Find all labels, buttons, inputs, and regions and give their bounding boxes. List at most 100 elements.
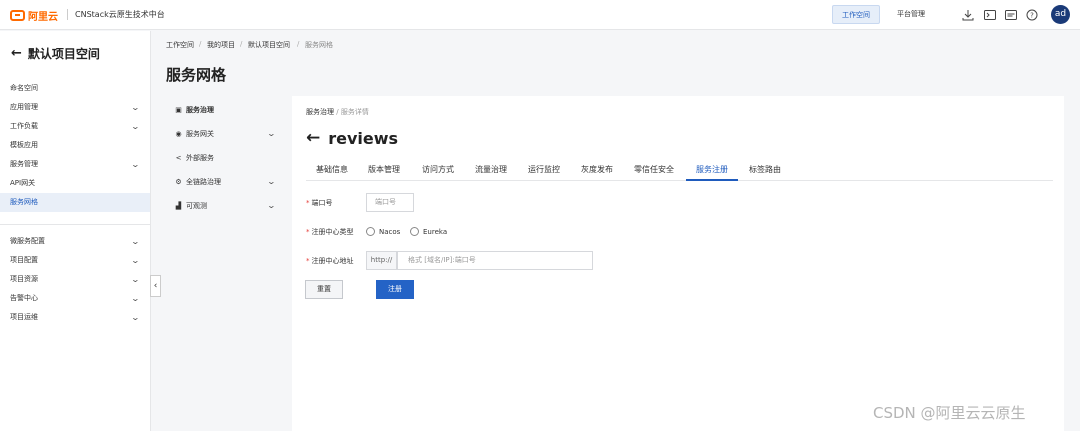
sidebar-item-label: 项目资源 xyxy=(10,275,38,283)
sidebar-item-label: 微服务配置 xyxy=(10,237,45,245)
radio-eureka[interactable]: Eureka xyxy=(410,227,447,236)
tracing-icon: ⚙ xyxy=(175,178,182,186)
sidebar-item-api-gateway[interactable]: API网关 xyxy=(0,174,150,193)
subnav-service-governance[interactable]: ▣ 服务治理 xyxy=(174,103,284,117)
subnav-label: 服务治理 xyxy=(186,106,214,114)
required-asterisk: * xyxy=(306,199,310,207)
sidebar-item-label: 模板应用 xyxy=(10,141,38,149)
user-avatar[interactable]: ad xyxy=(1051,5,1070,24)
radio-label: Eureka xyxy=(423,227,448,236)
port-label-text: 端口号 xyxy=(311,199,333,207)
detail-crumb-current: 服务详情 xyxy=(340,108,369,116)
sidebar-item-label: 项目配置 xyxy=(10,256,38,264)
detail-crumb-separator: / xyxy=(336,108,339,116)
port-input[interactable]: 端口号 xyxy=(366,193,414,212)
tab-traffic-governance[interactable]: 流量治理 xyxy=(475,161,507,181)
watermark: CSDN @阿里云云原生 xyxy=(873,404,1026,422)
chevron-down-icon: ⌄ xyxy=(130,275,141,284)
tab-access-method[interactable]: 访问方式 xyxy=(422,161,454,181)
subnav-label: 全链路治理 xyxy=(186,178,221,186)
tab-zero-trust-security[interactable]: 零信任安全 xyxy=(634,161,674,181)
sidebar-item-app-management[interactable]: 应用管理 ⌄ xyxy=(0,98,150,117)
subnav-label: 服务网关 xyxy=(186,130,214,138)
breadcrumb-item[interactable]: 默认项目空间 xyxy=(248,40,290,50)
chart-icon: ▟ xyxy=(175,202,182,210)
terminal-icon[interactable] xyxy=(984,9,996,21)
sidebar-item-microservice-config[interactable]: 微服务配置 ⌄ xyxy=(0,232,150,251)
project-sidebar: ← 默认项目空间 命名空间 应用管理 ⌄ 工作负载 ⌄ 模板应用 服务管理 ⌄ API… xyxy=(0,31,151,431)
chevron-down-icon: ⌄ xyxy=(130,294,141,303)
sidebar-item-alert-center[interactable]: 告警中心 ⌄ xyxy=(0,289,150,308)
radio-circle[interactable] xyxy=(410,227,419,236)
radio-nacos[interactable]: Nacos xyxy=(366,227,400,236)
tab-service-registration[interactable]: 服务注册 xyxy=(686,161,738,181)
tab-version-management[interactable]: 版本管理 xyxy=(368,161,400,181)
required-asterisk: * xyxy=(306,257,310,265)
aliyun-logo[interactable]: 阿里云 xyxy=(10,8,58,23)
subnav-observability[interactable]: ▟ 可观测 ⌄ xyxy=(174,199,284,213)
sidebar-divider xyxy=(0,224,150,225)
sidebar-item-service-mesh[interactable]: 服务网格 xyxy=(0,193,150,212)
svg-text:?: ? xyxy=(1030,12,1034,20)
sidebar-item-template-app[interactable]: 模板应用 xyxy=(0,136,150,155)
sidebar-collapse-button[interactable]: ‹ xyxy=(150,275,161,297)
chevron-down-icon: ⌄ xyxy=(130,256,141,265)
chevron-down-icon: ⌄ xyxy=(266,129,277,138)
required-asterisk: * xyxy=(306,228,310,236)
help-icon[interactable]: ? xyxy=(1026,9,1038,21)
radio-label: Nacos xyxy=(379,227,401,236)
sidebar-item-label: API网关 xyxy=(10,179,36,187)
registry-address-label-text: 注册中心地址 xyxy=(311,257,354,265)
download-icon[interactable] xyxy=(962,9,974,21)
chevron-down-icon: ⌄ xyxy=(266,177,277,186)
tab-runtime-monitoring[interactable]: 运行监控 xyxy=(528,161,560,181)
sidebar-item-service-management[interactable]: 服务管理 ⌄ xyxy=(0,155,150,174)
governance-icon: ▣ xyxy=(175,106,182,114)
radio-circle[interactable] xyxy=(366,227,375,236)
top-bar: 阿里云 CNStack云原生技术中台 工作空间 平台管理 ? ad xyxy=(0,0,1080,30)
breadcrumb-separator: / xyxy=(240,40,243,48)
tab-canary-release[interactable]: 灰度发布 xyxy=(581,161,613,181)
sidebar-item-label: 命名空间 xyxy=(10,84,38,92)
aliyun-logo-icon xyxy=(10,10,25,21)
project-title: 默认项目空间 xyxy=(27,47,100,61)
yaml-icon[interactable] xyxy=(1005,9,1017,21)
gateway-icon: ◉ xyxy=(175,130,182,138)
share-icon: < xyxy=(175,154,182,162)
breadcrumb-item[interactable]: 我的项目 xyxy=(207,40,235,50)
sidebar-item-workload[interactable]: 工作负载 ⌄ xyxy=(0,117,150,136)
registry-address-input[interactable]: 格式 [域名/IP]:端口号 xyxy=(397,251,593,270)
subnav-external-service[interactable]: < 外部服务 xyxy=(174,151,284,165)
back-to-project[interactable]: ← 默认项目空间 xyxy=(11,45,100,62)
address-prefix: http:// xyxy=(366,251,397,270)
subnav-full-link-governance[interactable]: ⚙ 全链路治理 ⌄ xyxy=(174,175,284,189)
breadcrumb-separator: / xyxy=(297,40,300,48)
sidebar-item-project-ops[interactable]: 项目运维 ⌄ xyxy=(0,308,150,327)
nav-work-space[interactable]: 工作空间 xyxy=(832,5,880,24)
tab-label-routing[interactable]: 标签路由 xyxy=(749,161,781,181)
subnav-service-gateway[interactable]: ◉ 服务网关 ⌄ xyxy=(174,127,284,141)
sidebar-item-label: 服务网格 xyxy=(10,198,38,206)
chevron-left-icon: ‹ xyxy=(153,281,158,291)
sidebar-item-project-config[interactable]: 项目配置 ⌄ xyxy=(0,251,150,270)
sidebar-item-project-resources[interactable]: 项目资源 ⌄ xyxy=(0,270,150,289)
chevron-down-icon: ⌄ xyxy=(266,201,277,210)
sidebar-item-namespace[interactable]: 命名空间 xyxy=(0,79,150,98)
arrow-left-icon: ← xyxy=(11,46,22,61)
reset-button[interactable]: 重置 xyxy=(305,280,343,299)
detail-breadcrumb: 服务治理 / 服务详情 xyxy=(306,107,369,117)
nav-platform-management[interactable]: 平台管理 xyxy=(888,5,934,24)
register-button[interactable]: 注册 xyxy=(376,280,414,299)
subnav-label: 外部服务 xyxy=(186,154,214,162)
sidebar-item-label: 告警中心 xyxy=(10,294,38,302)
detail-tabs: 基础信息 版本管理 访问方式 流量治理 运行监控 灰度发布 零信任安全 服务注册… xyxy=(306,161,1053,181)
registry-type-label-text: 注册中心类型 xyxy=(311,228,354,236)
breadcrumb-item[interactable]: 工作空间 xyxy=(166,40,194,50)
arrow-left-icon[interactable]: ← xyxy=(306,128,320,148)
service-name: reviews xyxy=(328,128,399,148)
chevron-down-icon: ⌄ xyxy=(130,160,141,169)
detail-crumb-parent[interactable]: 服务治理 xyxy=(306,108,334,116)
tab-basic-info[interactable]: 基础信息 xyxy=(316,161,348,181)
chevron-down-icon: ⌄ xyxy=(130,122,141,131)
service-title: ← reviews xyxy=(306,128,398,148)
